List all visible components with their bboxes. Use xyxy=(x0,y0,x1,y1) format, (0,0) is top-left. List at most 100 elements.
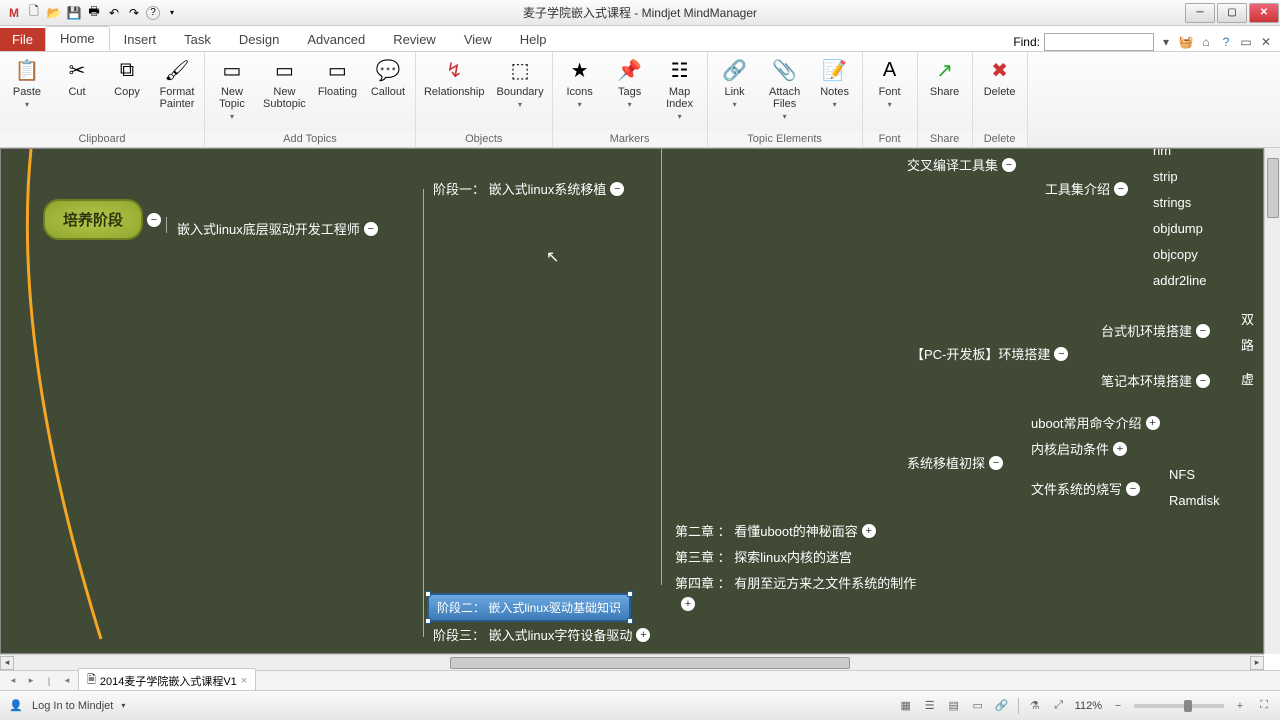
font-dropdown-icon[interactable]: ▾ xyxy=(888,100,892,109)
collapse-icon[interactable]: − xyxy=(1126,482,1140,496)
expand-icon[interactable]: + xyxy=(636,628,650,642)
scroll-left-icon[interactable]: ◂ xyxy=(0,656,14,670)
topic-tool-objcopy[interactable]: objcopy xyxy=(1153,247,1198,262)
zoom-out-icon[interactable]: − xyxy=(1110,698,1126,714)
topic-uboot-cmd[interactable]: uboot常用命令介绍 + xyxy=(1031,413,1160,432)
share-button[interactable]: ↗Share xyxy=(926,56,964,98)
topic-cross-compile[interactable]: 交叉编译工具集 − xyxy=(907,155,1016,174)
tab-insert[interactable]: Insert xyxy=(110,28,171,51)
topic-chapter-2[interactable]: 第二章 ： 看懂uboot的神秘面容 + xyxy=(675,521,876,540)
expand-icon[interactable]: + xyxy=(862,524,876,538)
find-dropdown-icon[interactable]: ▾ xyxy=(1158,34,1174,50)
boundary-dropdown-icon[interactable]: ▾ xyxy=(518,100,522,109)
topic-nfs[interactable]: NFS xyxy=(1169,467,1195,482)
icons-dropdown-icon[interactable]: ▾ xyxy=(578,100,582,109)
topic-extra2[interactable]: 路 xyxy=(1241,335,1254,354)
login-link[interactable]: Log In to Mindjet xyxy=(32,700,113,712)
login-dropdown-icon[interactable]: ▾ xyxy=(121,701,125,710)
tab-design[interactable]: Design xyxy=(225,28,293,51)
topic-extra1[interactable]: 双 xyxy=(1241,309,1254,328)
paste-button[interactable]: 📋Paste▾ xyxy=(8,56,46,109)
save-icon[interactable]: 💾 xyxy=(66,5,82,21)
home-icon[interactable]: ⌂ xyxy=(1198,34,1214,50)
scroll-thumb[interactable] xyxy=(450,657,850,669)
view-linked-icon[interactable]: 🔗 xyxy=(994,698,1010,714)
tab-view[interactable]: View xyxy=(450,28,506,51)
topic-pc-dev[interactable]: 【PC-开发板】环境搭建 − xyxy=(911,344,1068,363)
minimize-button[interactable]: ─ xyxy=(1185,3,1215,23)
fullscreen-icon[interactable]: ⛶ xyxy=(1256,698,1272,714)
topic-kernel-boot[interactable]: 内核启动条件 + xyxy=(1031,439,1127,458)
new-topic-button[interactable]: ▭NewTopic▾ xyxy=(213,56,251,121)
new-subtopic-button[interactable]: ▭NewSubtopic xyxy=(263,56,306,110)
basket-icon[interactable]: 🧺 xyxy=(1178,34,1194,50)
view-map-icon[interactable]: ▦ xyxy=(898,698,914,714)
topic-laptop-env[interactable]: 笔记本环境搭建 − xyxy=(1101,371,1210,390)
font-button[interactable]: AFont▾ xyxy=(871,56,909,109)
topic-ramdisk[interactable]: Ramdisk xyxy=(1169,493,1220,508)
open-icon[interactable]: 📂 xyxy=(46,5,62,21)
attach-files-dropdown-icon[interactable]: ▾ xyxy=(783,112,787,121)
filter-icon[interactable]: ⚗ xyxy=(1027,698,1043,714)
scroll-right-icon[interactable]: ▸ xyxy=(1250,656,1264,670)
paste-dropdown-icon[interactable]: ▾ xyxy=(25,100,29,109)
boundary-button[interactable]: ⬚Boundary▾ xyxy=(497,56,544,109)
vertical-scrollbar[interactable] xyxy=(1264,148,1280,654)
root-topic[interactable]: 培养阶段 − xyxy=(43,199,161,240)
view-outline-icon[interactable]: ☰ xyxy=(922,698,938,714)
zoom-slider[interactable] xyxy=(1134,704,1224,708)
icons-button[interactable]: ★Icons▾ xyxy=(561,56,599,109)
cut-button[interactable]: ✂Cut xyxy=(58,56,96,98)
format-painter-button[interactable]: 🖌FormatPainter xyxy=(158,56,196,110)
topic-desktop-env[interactable]: 台式机环境搭建 − xyxy=(1101,321,1210,340)
topic-engineer[interactable]: 嵌入式linux底层驱动开发工程师 − xyxy=(177,219,378,238)
link-button[interactable]: 🔗Link▾ xyxy=(716,56,754,109)
nav-back-icon[interactable]: ◂ xyxy=(6,674,20,688)
help-icon[interactable]: ? xyxy=(146,6,160,20)
undo-icon[interactable]: ↶ xyxy=(106,5,122,21)
topic-tool-strip[interactable]: strip xyxy=(1153,169,1178,184)
topic-stage1[interactable]: 阶段一： 嵌入式linux系统移植 − xyxy=(433,179,624,198)
relationship-button[interactable]: ↯Relationship xyxy=(424,56,485,98)
tab-home[interactable]: Home xyxy=(45,26,110,51)
scroll-thumb[interactable] xyxy=(1267,158,1279,218)
collapse-icon[interactable]: − xyxy=(610,182,624,196)
collapse-icon[interactable]: − xyxy=(147,213,161,227)
expand-stage2[interactable]: + xyxy=(681,597,695,611)
floating-button[interactable]: ▭Floating xyxy=(318,56,357,98)
collapse-icon[interactable]: − xyxy=(1196,374,1210,388)
redo-icon[interactable]: ↷ xyxy=(126,5,142,21)
tags-dropdown-icon[interactable]: ▾ xyxy=(628,100,632,109)
collapse-icon[interactable]: − xyxy=(1196,324,1210,338)
copy-button[interactable]: ⧉Copy xyxy=(108,56,146,98)
new-doc-icon[interactable]: 🗋 xyxy=(26,5,42,21)
topic-tool-objdump[interactable]: objdump xyxy=(1153,221,1203,236)
find-input[interactable] xyxy=(1044,33,1154,51)
topic-sys-port[interactable]: 系统移植初探 − xyxy=(907,453,1003,472)
view-slide-icon[interactable]: ▭ xyxy=(970,698,986,714)
view-gantt-icon[interactable]: ▤ xyxy=(946,698,962,714)
attach-files-button[interactable]: 📎AttachFiles▾ xyxy=(766,56,804,121)
qat-dropdown-icon[interactable]: ▾ xyxy=(164,5,180,21)
close-button[interactable]: ✕ xyxy=(1249,3,1279,23)
tags-button[interactable]: 📌Tags▾ xyxy=(611,56,649,109)
topic-tool-strings[interactable]: strings xyxy=(1153,195,1191,210)
map-index-button[interactable]: ☷MapIndex▾ xyxy=(661,56,699,121)
topic-chapter-4[interactable]: 第四章 ： 有朋至远方来之文件系统的制作 xyxy=(675,573,916,592)
topic-tool-nm[interactable]: nm xyxy=(1153,148,1171,158)
tab-advanced[interactable]: Advanced xyxy=(293,28,379,51)
maximize-button[interactable]: ▢ xyxy=(1217,3,1247,23)
notes-dropdown-icon[interactable]: ▾ xyxy=(833,100,837,109)
mindmap-canvas[interactable]: 培养阶段 − 嵌入式linux底层驱动开发工程师 − 阶段一： 嵌入式linux… xyxy=(0,148,1264,654)
notes-button[interactable]: 📝Notes▾ xyxy=(816,56,854,109)
file-tab[interactable]: File xyxy=(0,28,45,51)
collapse-icon[interactable]: − xyxy=(1114,182,1128,196)
topic-toolset-intro[interactable]: 工具集介绍 − xyxy=(1045,179,1128,198)
collapse-icon[interactable]: − xyxy=(364,222,378,236)
zoom-in-icon[interactable]: + xyxy=(1232,698,1248,714)
tab-task[interactable]: Task xyxy=(170,28,225,51)
ribbon-close-icon[interactable]: ✕ xyxy=(1258,34,1274,50)
delete-button[interactable]: ✖Delete xyxy=(981,56,1019,98)
tab-help[interactable]: Help xyxy=(506,28,561,51)
zoom-thumb[interactable] xyxy=(1184,700,1192,712)
